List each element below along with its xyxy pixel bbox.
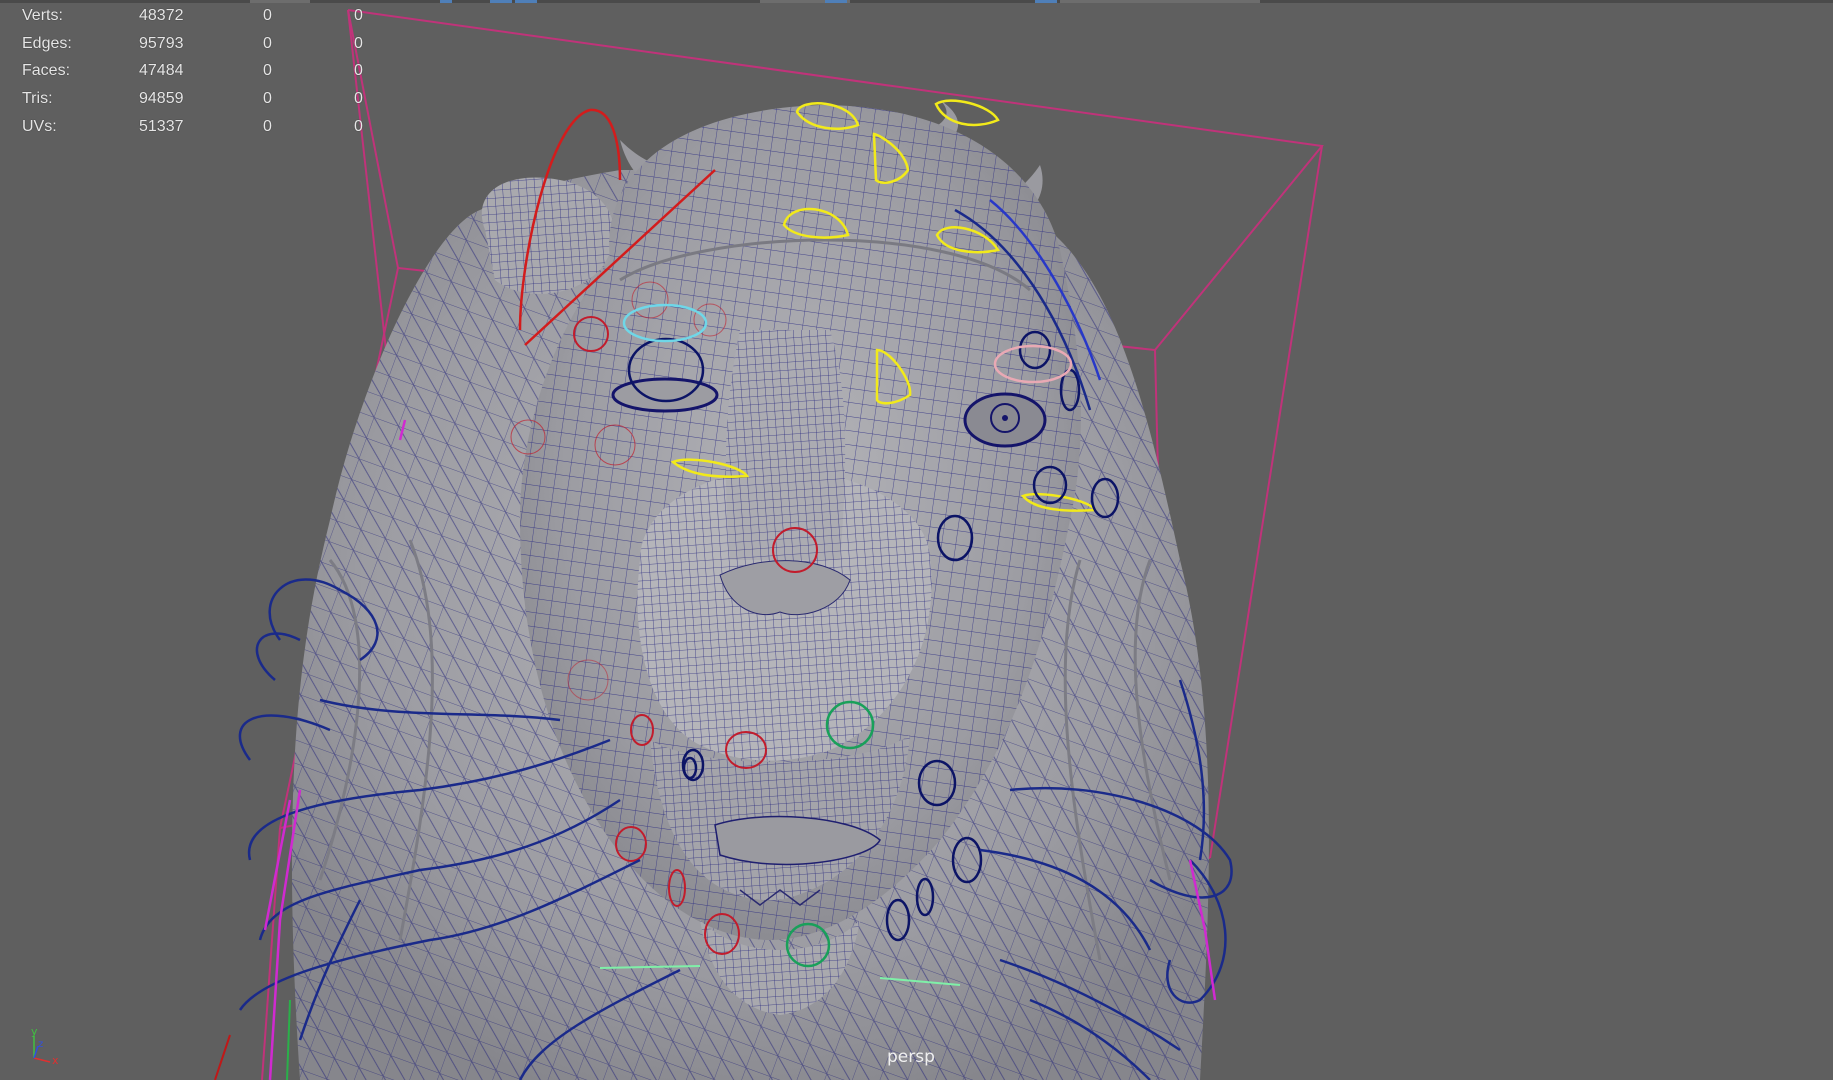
axis-y-label: y: [31, 1026, 38, 1038]
hud-uv-value: 0: [354, 7, 363, 24]
hud-label: Tris:: [22, 90, 53, 108]
hud-label: Verts:: [22, 7, 63, 24]
hud-uv-value: 0: [354, 90, 363, 108]
hud-uv-value: 0: [354, 34, 363, 52]
axis-x-label: x: [52, 1054, 59, 1066]
hud-label: Faces:: [22, 62, 71, 80]
red-axis-lines: [214, 1034, 231, 1080]
hud-uv-value: 0: [354, 62, 363, 80]
hud-selected-value: 0: [263, 117, 272, 135]
hud-selected-value: 0: [263, 34, 272, 52]
hud-selected-value: 0: [263, 90, 272, 108]
hud-uv-value: 0: [354, 117, 363, 135]
hud-selected-value: 0: [263, 7, 272, 24]
hud-value: 95793: [139, 34, 184, 52]
hud-value: 48372: [139, 7, 184, 24]
maya-persp-viewport[interactable]: Verts: 48372 0 0 Edges: 95793 0 0 Faces:…: [0, 0, 1833, 1080]
axis-z-label: z: [38, 1039, 43, 1050]
hud-label: Edges:: [22, 34, 72, 52]
hud-value: 94859: [139, 90, 184, 108]
hud-selected-value: 0: [263, 62, 272, 80]
hud-value: 47484: [139, 62, 184, 80]
camera-name-label: persp: [887, 1047, 935, 1067]
hud-label: UVs:: [22, 117, 57, 135]
green-axis-lines: [286, 999, 291, 1080]
lion-head-rig-scene[interactable]: [0, 0, 1833, 1080]
axis-gizmo-icon: x y z: [31, 1026, 59, 1066]
hud-value: 51337: [139, 117, 184, 135]
